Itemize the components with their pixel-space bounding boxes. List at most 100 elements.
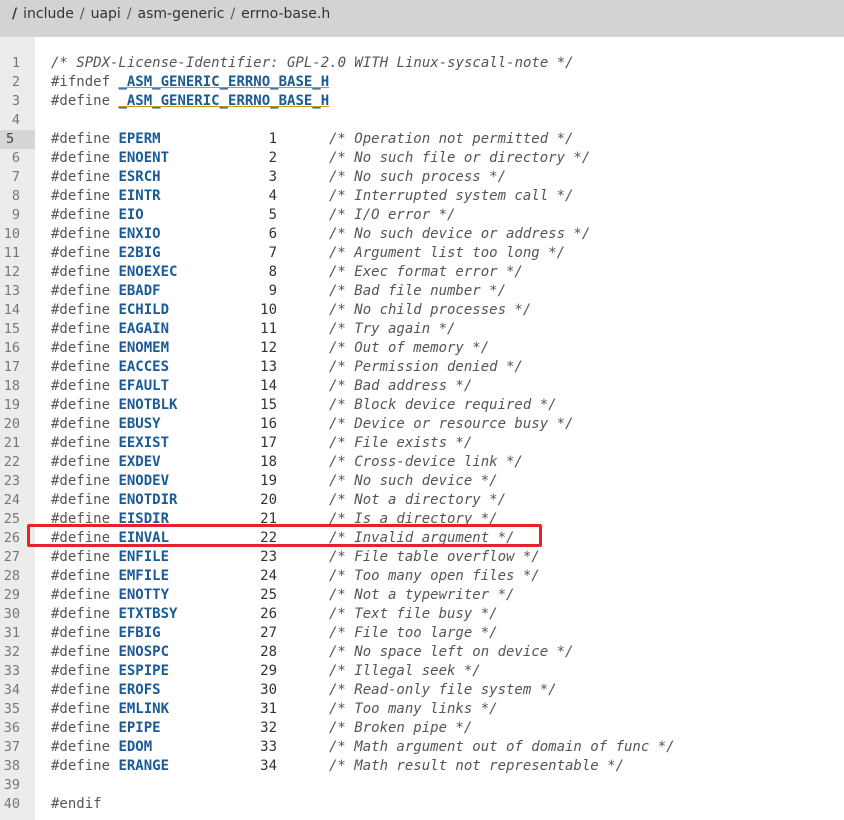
line-number[interactable]: 6 — [0, 149, 20, 168]
line-number[interactable]: 1 — [0, 54, 20, 73]
code-line: 17 #define EACCES 13 /* Permission denied *… — [0, 358, 844, 377]
macro-link[interactable]: E2BIG — [118, 245, 160, 261]
macro-link[interactable]: ENFILE — [118, 549, 169, 565]
line-number[interactable]: 34 — [0, 681, 20, 700]
macro-link[interactable]: EIO — [118, 207, 143, 223]
macro-link[interactable]: EFBIG — [118, 625, 160, 641]
macro-link[interactable]: ENOTTY — [118, 587, 169, 603]
line-number[interactable]: 36 — [0, 719, 20, 738]
line-number[interactable]: 23 — [0, 472, 20, 491]
code-comment: /* Not a directory */ — [329, 492, 507, 508]
line-number[interactable]: 18 — [0, 377, 20, 396]
line-number[interactable]: 11 — [0, 244, 20, 263]
code-line: 28 #define EMFILE 24 /* Too many open files… — [0, 567, 844, 586]
macro-link[interactable]: ENOENT — [118, 150, 169, 166]
code-text: #define EINTR — [51, 187, 161, 206]
macro-link[interactable]: EEXIST — [118, 435, 169, 451]
define-value: 34 — [260, 758, 277, 774]
line-number[interactable]: 9 — [0, 206, 20, 225]
code-text: #define ENODEV — [51, 472, 169, 491]
breadcrumb-item-include[interactable]: include — [23, 6, 74, 22]
breadcrumb-item-uapi[interactable]: uapi — [91, 6, 121, 22]
macro-link[interactable]: ERANGE — [118, 758, 169, 774]
macro-link[interactable]: ENOTDIR — [118, 492, 177, 508]
macro-link[interactable]: EACCES — [118, 359, 169, 375]
breadcrumb-item-asm-generic[interactable]: asm-generic — [138, 6, 225, 22]
line-number[interactable]: 24 — [0, 491, 20, 510]
line-number[interactable]: 20 — [0, 415, 20, 434]
macro-link[interactable]: EAGAIN — [118, 321, 169, 337]
line-number[interactable]: 3 — [0, 92, 20, 111]
macro-link[interactable]: ECHILD — [118, 302, 169, 318]
macro-link[interactable]: EROFS — [118, 682, 160, 698]
macro-link[interactable]: ENODEV — [118, 473, 169, 489]
line-number[interactable]: 4 — [0, 111, 20, 130]
line-number[interactable]: 17 — [0, 358, 20, 377]
macro-link[interactable]: EMFILE — [118, 568, 169, 584]
macro-link[interactable]: EDOM — [118, 739, 152, 755]
macro-link[interactable]: EBUSY — [118, 416, 160, 432]
macro-link[interactable]: EXDEV — [118, 454, 160, 470]
macro-link[interactable]: EISDIR — [118, 511, 169, 527]
define-value: 18 — [260, 454, 277, 470]
line-number[interactable]: 40 — [0, 795, 20, 814]
macro-link[interactable]: EPERM — [118, 131, 160, 147]
line-number[interactable]: 12 — [0, 263, 20, 282]
macro-link[interactable]: EINVAL — [118, 530, 169, 546]
code-line: 21 #define EEXIST 17 /* File exists */ — [0, 434, 844, 453]
code-text: #define EMLINK — [51, 700, 169, 719]
macro-link[interactable]: EINTR — [118, 188, 160, 204]
macro-link[interactable]: ENOTBLK — [118, 397, 177, 413]
macro-link[interactable]: ETXTBSY — [118, 606, 177, 622]
macro-link[interactable]: EPIPE — [118, 720, 160, 736]
line-number[interactable]: 39 — [0, 776, 20, 795]
line-number[interactable]: 28 — [0, 567, 20, 586]
line-number[interactable]: 27 — [0, 548, 20, 567]
breadcrumb-root[interactable]: / — [12, 6, 17, 22]
macro-link[interactable]: _ASM_GENERIC_ERRNO_BASE_H — [118, 74, 329, 90]
line-number[interactable]: 38 — [0, 757, 20, 776]
code-text: #define EPIPE — [51, 719, 161, 738]
line-number[interactable]: 25 — [0, 510, 20, 529]
macro-link[interactable]: ENOEXEC — [118, 264, 177, 280]
line-number[interactable]: 22 — [0, 453, 20, 472]
line-number[interactable]: 10 — [0, 225, 20, 244]
define-keyword: #define — [51, 568, 119, 584]
line-number[interactable]: 29 — [0, 586, 20, 605]
line-number[interactable]: 30 — [0, 605, 20, 624]
line-number[interactable]: 7 — [0, 168, 20, 187]
line-number[interactable]: 32 — [0, 643, 20, 662]
line-number[interactable]: 2 — [0, 73, 20, 92]
line-number[interactable]: 21 — [0, 434, 20, 453]
macro-link[interactable]: ESPIPE — [118, 663, 169, 679]
line-number[interactable]: 37 — [0, 738, 20, 757]
macro-link[interactable]: ENOSPC — [118, 644, 169, 660]
macro-link[interactable]: EFAULT — [118, 378, 169, 394]
macro-link[interactable]: ENOMEM — [118, 340, 169, 356]
code-line: 36 #define EPIPE 32 /* Broken pipe */ — [0, 719, 844, 738]
line-number[interactable]: 14 — [0, 301, 20, 320]
macro-link[interactable]: _ASM_GENERIC_ERRNO_BASE_H — [118, 93, 329, 109]
line-number[interactable]: 5 — [0, 130, 35, 149]
code-line: 38 #define ERANGE 34 /* Math result not rep… — [0, 757, 844, 776]
line-number[interactable]: 16 — [0, 339, 20, 358]
code-comment: /* Math result not representable */ — [329, 758, 625, 774]
line-number[interactable]: 15 — [0, 320, 20, 339]
code-comment: /* Not a typewriter */ — [329, 587, 515, 603]
line-number[interactable]: 8 — [0, 187, 20, 206]
macro-link[interactable]: EBADF — [118, 283, 160, 299]
macro-link[interactable]: ENXIO — [118, 226, 160, 242]
line-number[interactable]: 19 — [0, 396, 20, 415]
define-value: 28 — [260, 644, 277, 660]
define-value: 12 — [260, 340, 277, 356]
macro-link[interactable]: ESRCH — [118, 169, 160, 185]
line-number[interactable]: 13 — [0, 282, 20, 301]
macro-link[interactable]: EMLINK — [118, 701, 169, 717]
line-number[interactable]: 26 — [0, 529, 20, 548]
line-number[interactable]: 31 — [0, 624, 20, 643]
define-value: 14 — [260, 378, 277, 394]
code-line: 4 — [0, 111, 844, 130]
line-number[interactable]: 35 — [0, 700, 20, 719]
preprocessor-keyword: #ifndef — [51, 74, 119, 90]
line-number[interactable]: 33 — [0, 662, 20, 681]
